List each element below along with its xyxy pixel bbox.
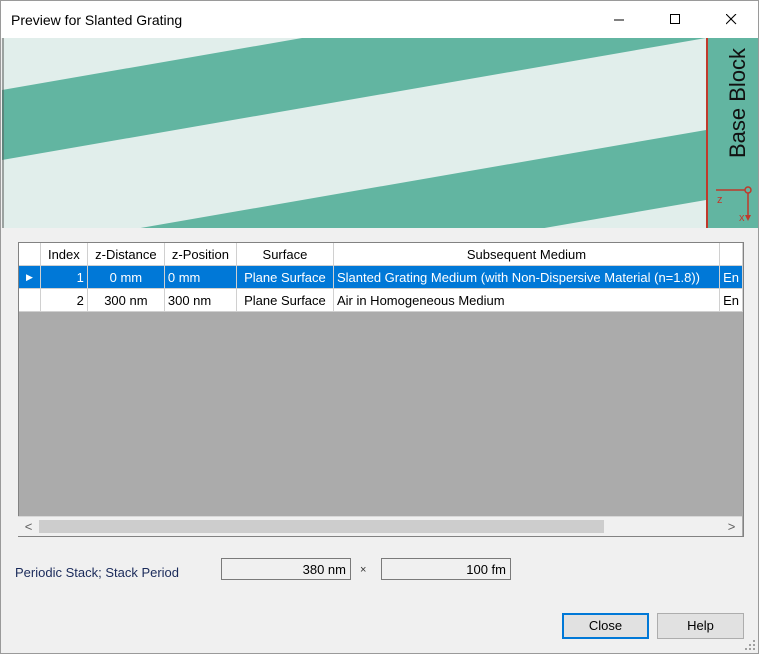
axis-x-label: x (739, 212, 745, 224)
close-button[interactable]: Close (562, 613, 649, 639)
minimize-icon (613, 19, 624, 20)
scroll-right-icon[interactable]: > (723, 518, 740, 535)
surface-data-table: Index z-Distance z-Position Surface Subs… (19, 243, 743, 312)
table-header-row: Index z-Distance z-Position Surface Subs… (19, 243, 743, 266)
maximize-icon (669, 13, 680, 24)
table-row[interactable]: ▶ 1 0 mm 0 mm Plane Surface Slanted Grat… (19, 265, 743, 289)
grating-preview: Base Block z x (2, 38, 758, 228)
times-symbol: × (360, 564, 367, 576)
content-panel: Index z-Distance z-Position Surface Subs… (2, 228, 758, 653)
minimize-button[interactable] (596, 1, 642, 37)
cell-surface[interactable]: Plane Surface (236, 265, 334, 289)
axis-z-label: z (717, 194, 723, 206)
preview-dialog: Preview for Slanted Grating Base Block z… (0, 0, 759, 654)
scrollbar-thumb[interactable] (39, 520, 604, 533)
cell-extra[interactable]: En (719, 288, 743, 312)
maximize-button[interactable] (652, 1, 698, 37)
cell-index[interactable]: 2 (40, 288, 88, 312)
cell-z-position[interactable]: 0 mm (164, 265, 237, 289)
cell-z-distance[interactable]: 0 mm (87, 265, 165, 289)
column-header-z-distance[interactable]: z-Distance (87, 243, 165, 266)
axis-indicator-icon: z x (716, 186, 752, 224)
horizontal-scrollbar[interactable]: < > (18, 516, 742, 536)
title-bar: Preview for Slanted Grating (1, 1, 758, 38)
cell-surface[interactable]: Plane Surface (236, 288, 334, 312)
table-row[interactable]: 2 300 nm 300 nm Plane Surface Air in Hom… (19, 288, 743, 312)
column-header-subsequent-medium[interactable]: Subsequent Medium (333, 243, 721, 266)
help-button[interactable]: Help (657, 613, 744, 639)
column-header-extra[interactable] (719, 243, 743, 266)
stack-period-field[interactable]: 380 nm (221, 558, 351, 580)
column-header-surface[interactable]: Surface (236, 243, 334, 266)
row-selector-arrow-icon[interactable]: ▶ (19, 265, 41, 289)
scroll-left-icon[interactable]: < (20, 518, 37, 535)
column-header-index[interactable]: Index (40, 243, 88, 266)
close-window-button[interactable] (708, 1, 754, 37)
stack-count-field[interactable]: 100 fm (381, 558, 511, 580)
cell-extra[interactable]: En (719, 265, 743, 289)
base-block-label: Base Block (725, 47, 750, 158)
cell-z-distance[interactable]: 300 nm (87, 288, 165, 312)
window-title: Preview for Slanted Grating (11, 12, 183, 28)
cell-z-position[interactable]: 300 nm (164, 288, 237, 312)
cell-subsequent-medium[interactable]: Slanted Grating Medium (with Non-Dispers… (333, 265, 721, 289)
slanted-grating-drawing (2, 38, 706, 228)
column-header-z-position[interactable]: z-Position (164, 243, 237, 266)
base-block-region: Base Block z x (706, 38, 758, 228)
cell-index[interactable]: 1 (40, 265, 88, 289)
surface-table[interactable]: Index z-Distance z-Position Surface Subs… (18, 242, 744, 537)
row-selector[interactable] (19, 288, 41, 312)
cell-subsequent-medium[interactable]: Air in Homogeneous Medium (333, 288, 721, 312)
row-header-corner (19, 243, 41, 266)
stack-period-label: Periodic Stack; Stack Period (15, 565, 180, 580)
close-icon (725, 13, 736, 24)
resize-grip-icon[interactable] (744, 639, 756, 651)
